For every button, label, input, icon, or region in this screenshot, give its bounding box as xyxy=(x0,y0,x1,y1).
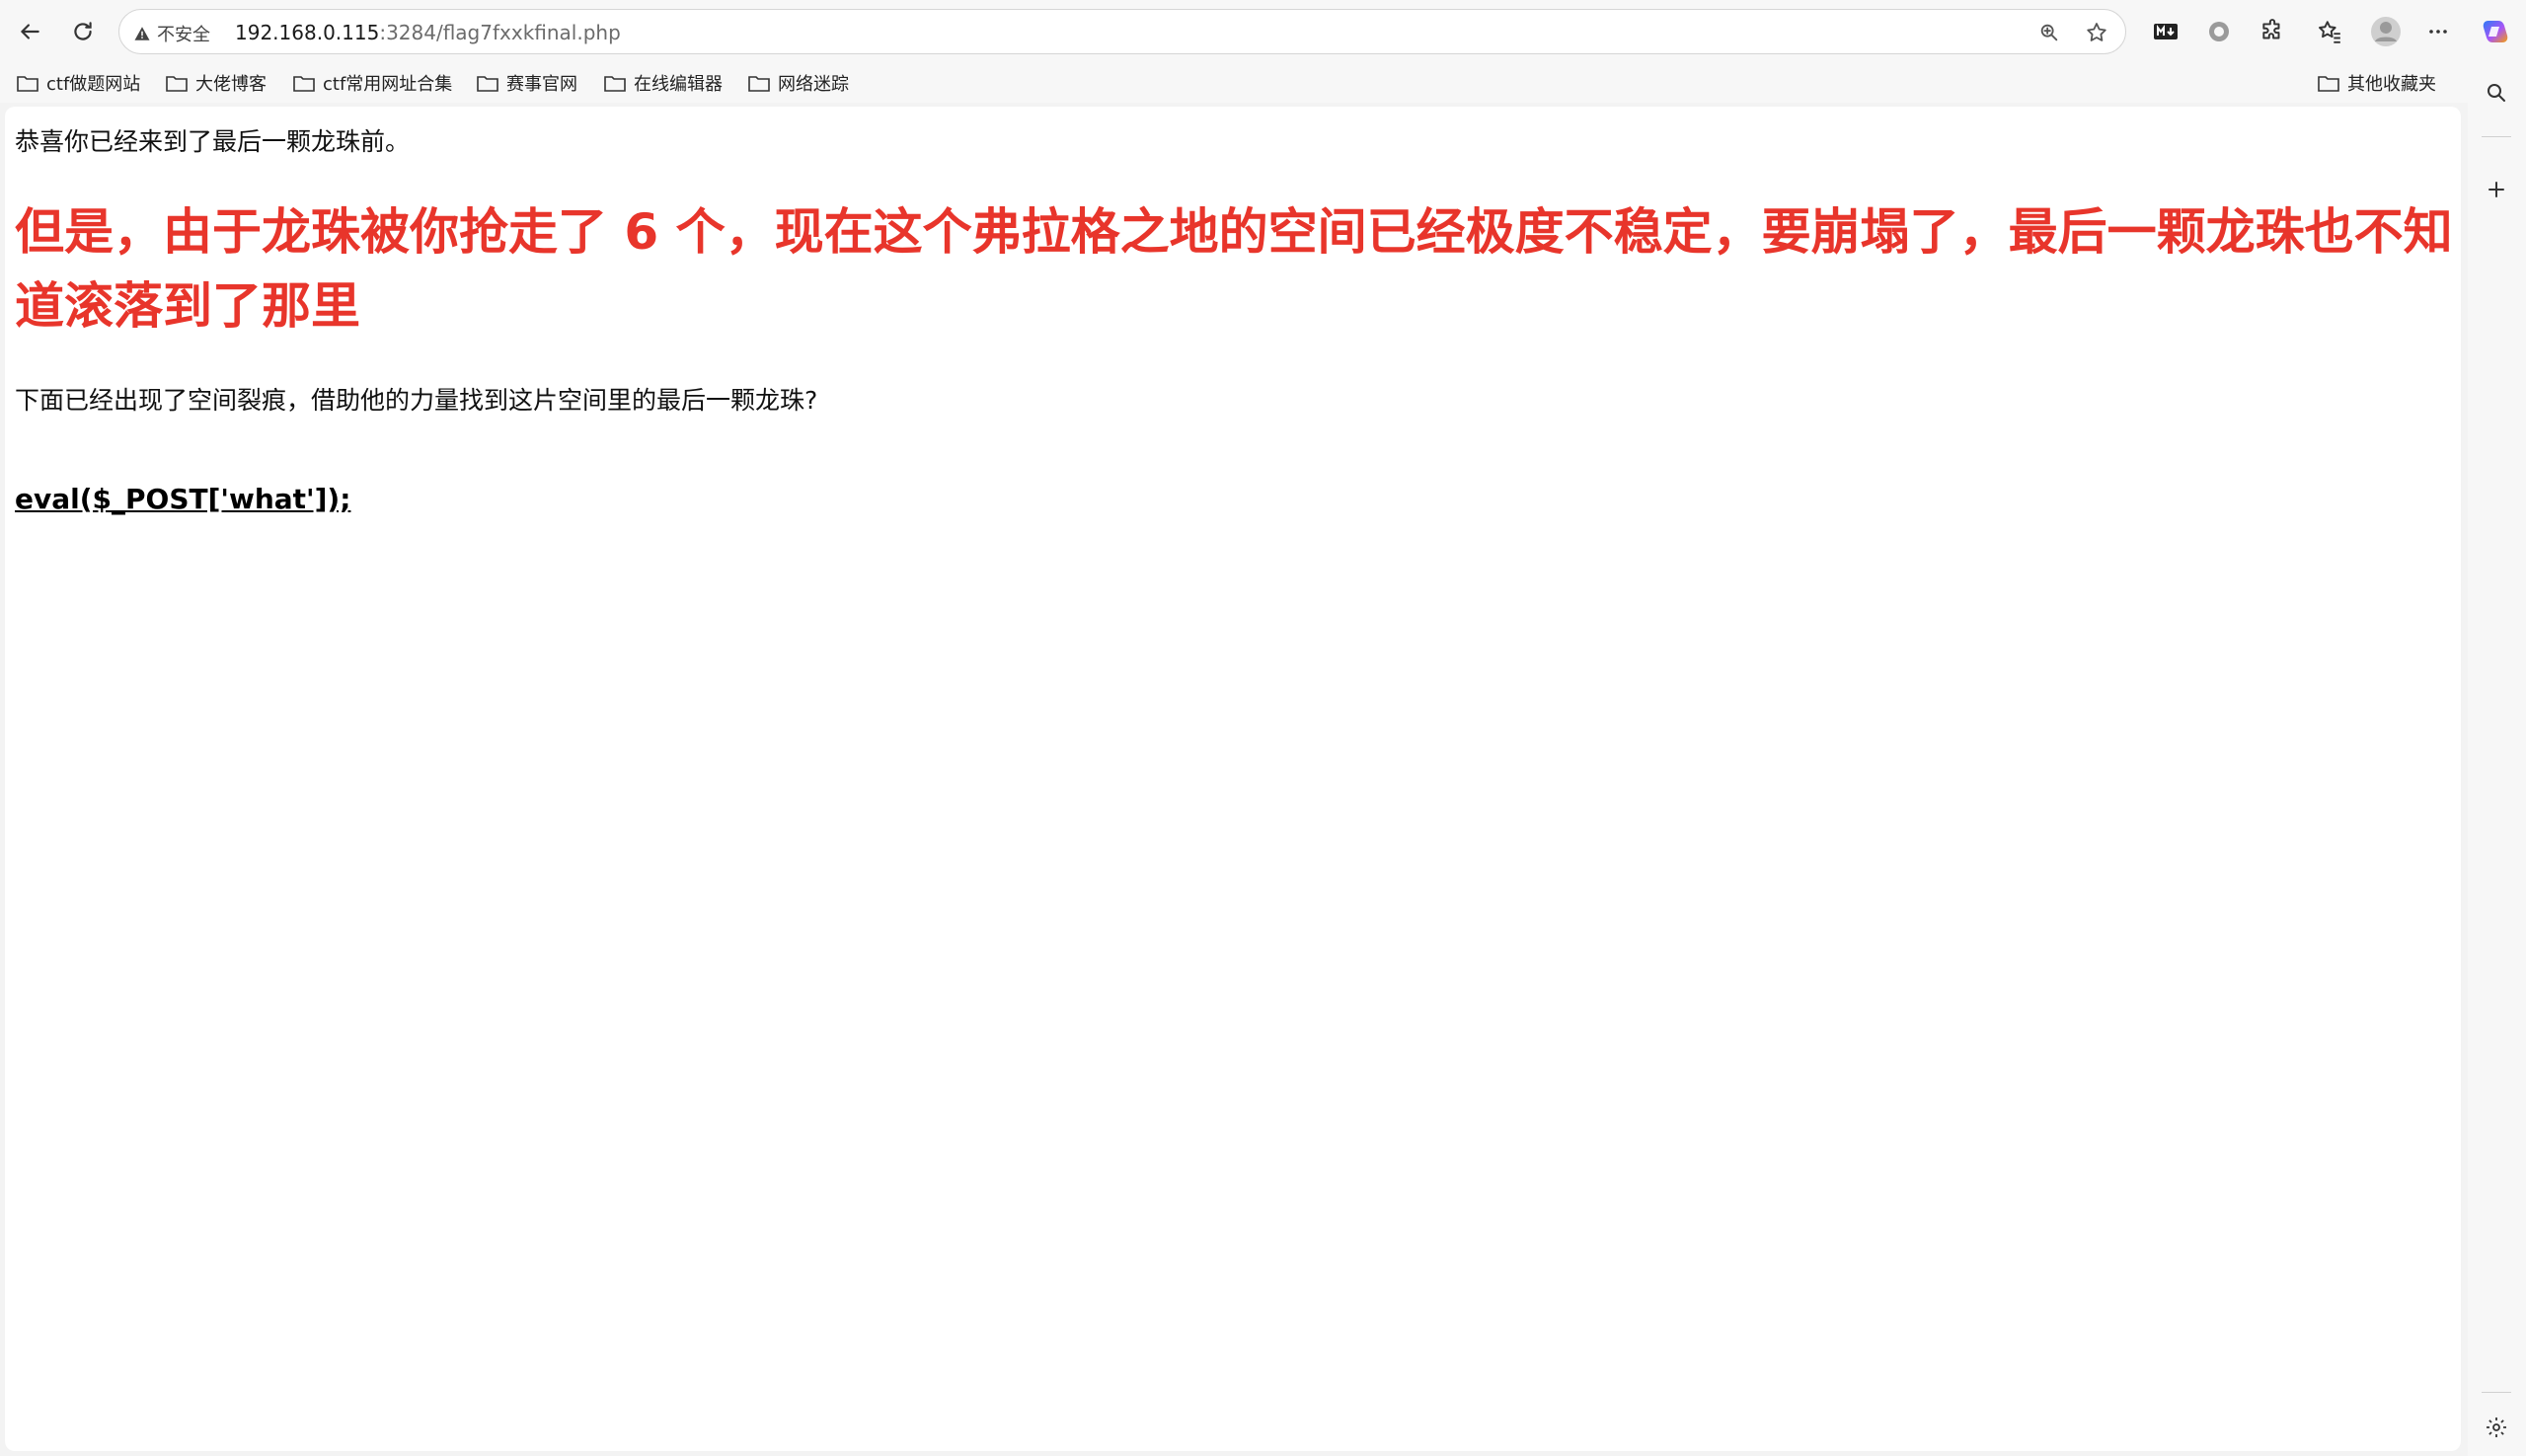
folder-icon xyxy=(2318,76,2339,92)
edge-sidebar xyxy=(2468,63,2526,1456)
zoom-button[interactable] xyxy=(2034,18,2064,47)
extensions-button[interactable] xyxy=(2253,12,2292,51)
folder-icon xyxy=(17,76,38,92)
circle-extension-button[interactable] xyxy=(2199,12,2239,51)
bookmark-folder[interactable]: 在线编辑器 xyxy=(603,68,723,98)
browser-toolbar: 不安全 192.168.0.115:3284/flag7fxxkfinal.ph… xyxy=(0,0,2526,63)
other-bookmarks-folder[interactable]: 其他收藏夹 xyxy=(2317,68,2436,98)
folder-icon xyxy=(748,76,770,92)
other-bookmarks-label: 其他收藏夹 xyxy=(2347,74,2436,95)
more-button[interactable] xyxy=(2418,12,2458,51)
copilot-icon xyxy=(2483,21,2508,42)
intro-text: 恭喜你已经来到了最后一颗龙珠前。 xyxy=(15,127,411,156)
sidebar-search-button[interactable] xyxy=(2477,73,2516,113)
sidebar-settings-button[interactable] xyxy=(2477,1408,2516,1447)
favorite-button[interactable] xyxy=(2082,18,2111,47)
gear-icon xyxy=(2487,1418,2506,1437)
security-indicator[interactable]: 不安全 xyxy=(133,21,210,46)
warning-icon xyxy=(134,27,150,40)
markdown-extension-button[interactable] xyxy=(2146,12,2185,51)
folder-icon xyxy=(477,76,498,92)
markdown-extension-icon xyxy=(2154,24,2178,39)
refresh-button[interactable] xyxy=(63,12,103,51)
zoom-icon xyxy=(2040,24,2058,41)
folder-icon xyxy=(604,76,626,92)
puzzle-icon xyxy=(2262,19,2280,39)
bookmark-folder[interactable]: 网络迷踪 xyxy=(747,68,849,98)
headline: 但是，由于龙珠被你抢走了 6 个，现在这个弗拉格之地的空间已经极度不稳定，要崩塌… xyxy=(15,203,2453,335)
favorites-icon xyxy=(2319,21,2340,43)
bookmark-label: ctf做题网站 xyxy=(46,74,141,95)
bookmark-label: 大佬博客 xyxy=(195,74,267,95)
plus-icon xyxy=(2488,182,2504,197)
hint-text: 下面已经出现了空间裂痕，借助他的力量找到这片空间里的最后一颗龙珠? xyxy=(15,386,818,415)
profile-button[interactable] xyxy=(2366,12,2406,51)
search-icon xyxy=(2488,84,2505,102)
circle-extension-icon xyxy=(2209,22,2229,41)
profile-avatar-icon xyxy=(2371,17,2401,46)
sidebar-divider xyxy=(2482,136,2511,137)
refresh-icon xyxy=(74,22,92,40)
folder-icon xyxy=(293,76,315,92)
url-text[interactable]: 192.168.0.115:3284/flag7fxxkfinal.php xyxy=(235,21,621,44)
url-path: :3284/flag7fxxkfinal.php xyxy=(379,21,621,44)
bookmark-folder[interactable]: 赛事官网 xyxy=(476,68,577,98)
folder-icon xyxy=(166,76,188,92)
sidebar-divider xyxy=(2482,1392,2511,1393)
copilot-button[interactable] xyxy=(2476,12,2515,51)
bookmark-folder[interactable]: ctf常用网址合集 xyxy=(292,68,452,98)
security-label: 不安全 xyxy=(157,25,210,45)
favorites-button[interactable] xyxy=(2310,12,2349,51)
url-host: 192.168.0.115 xyxy=(235,21,380,44)
code-snippet: eval($_POST['what']); xyxy=(15,483,351,515)
bookmark-label: 网络迷踪 xyxy=(778,74,849,95)
bookmark-label: ctf常用网址合集 xyxy=(323,74,453,95)
bookmark-label: 赛事官网 xyxy=(506,74,577,95)
address-bar[interactable]: 不安全 192.168.0.115:3284/flag7fxxkfinal.ph… xyxy=(118,9,2126,54)
sidebar-add-button[interactable] xyxy=(2477,170,2516,209)
star-icon xyxy=(2087,23,2106,41)
more-icon xyxy=(2429,30,2447,34)
bookmark-folder[interactable]: 大佬博客 xyxy=(165,68,267,98)
back-arrow-icon xyxy=(21,24,39,39)
bookmark-label: 在线编辑器 xyxy=(634,74,723,95)
bookmarks-bar: ctf做题网站 大佬博客 ctf常用网址合集 赛事官网 在线编辑器 网络迷踪 其… xyxy=(0,63,2526,103)
bookmark-folder[interactable]: ctf做题网站 xyxy=(16,68,140,98)
back-button[interactable] xyxy=(10,12,49,51)
